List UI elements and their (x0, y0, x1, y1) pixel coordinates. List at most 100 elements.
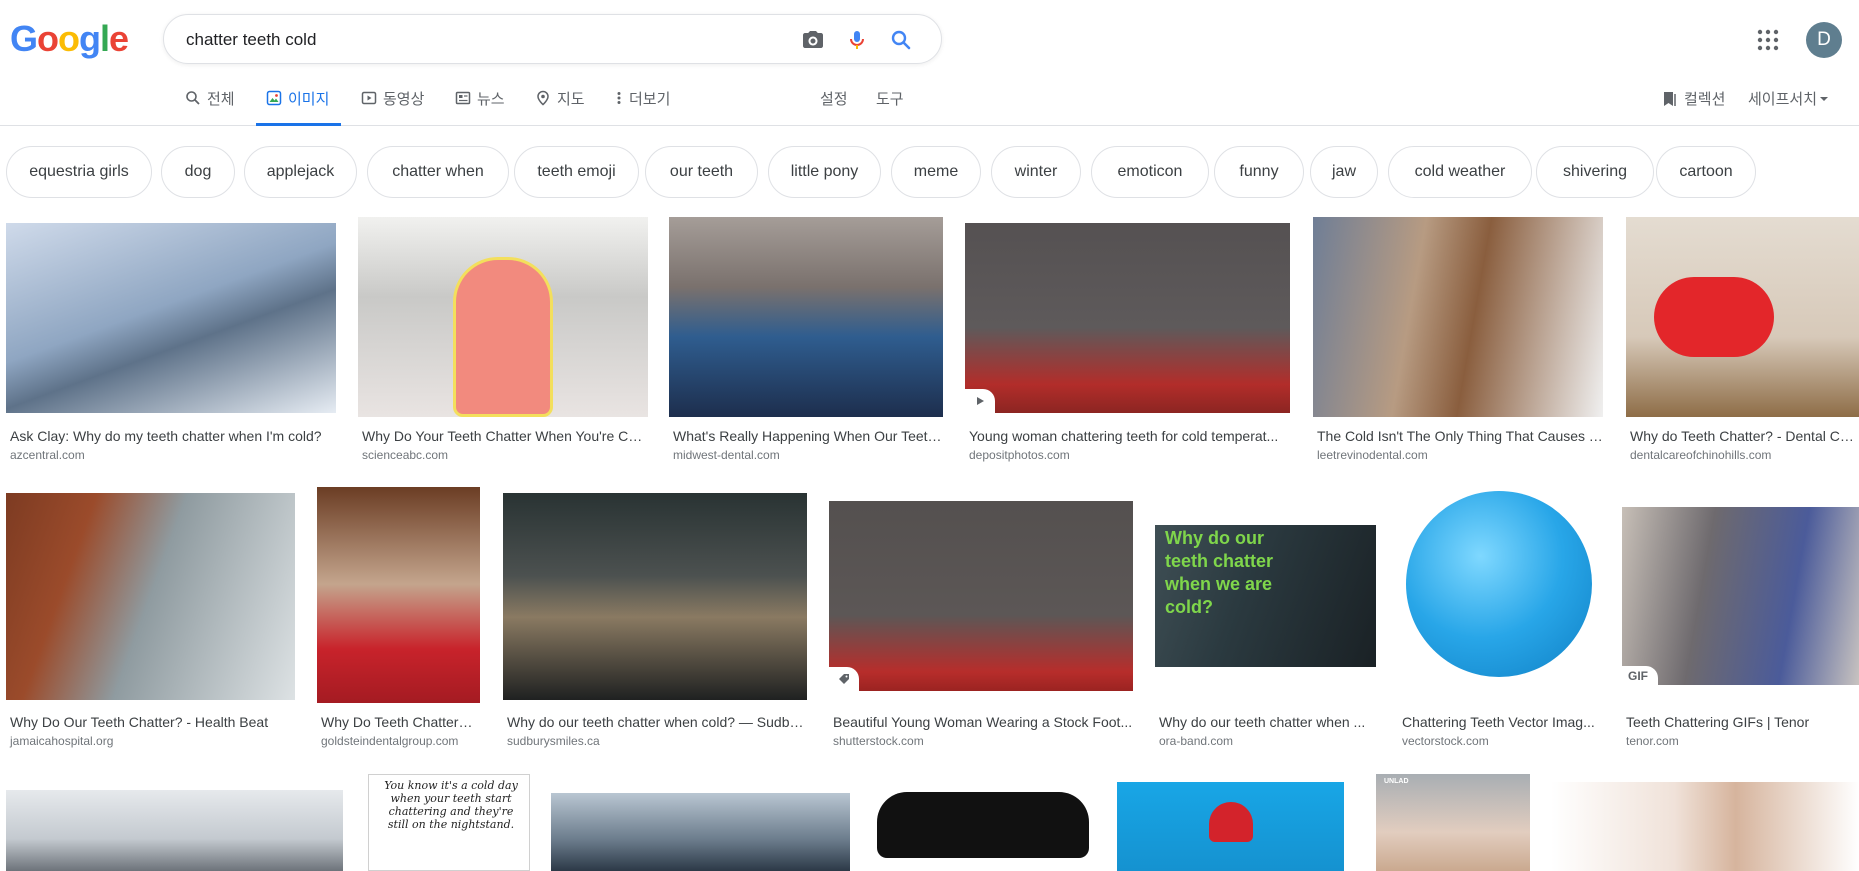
tab-images[interactable]: 이미지 (255, 88, 342, 126)
chip[interactable]: funny (1214, 146, 1304, 198)
search-box (163, 14, 942, 64)
gif-badge: GIF (1622, 666, 1658, 685)
result-title[interactable]: Why Do Your Teeth Chatter When You're Co… (362, 428, 648, 444)
chip[interactable]: our teeth (645, 146, 758, 198)
image-result[interactable]: GIF Teeth Chattering GIFs | Tenor tenor.… (1622, 487, 1859, 752)
result-thumbnail[interactable] (503, 493, 807, 700)
result-source[interactable]: tenor.com (1626, 734, 1679, 748)
tag-badge (829, 667, 859, 691)
tag-icon (839, 674, 849, 684)
result-thumbnail[interactable] (6, 790, 343, 871)
result-source[interactable]: dentalcareofchinohills.com (1630, 448, 1771, 462)
result-thumbnail[interactable]: UNLAD (1376, 774, 1530, 871)
result-thumbnail[interactable] (1398, 487, 1600, 703)
result-title[interactable]: The Cold Isn't The Only Thing That Cause… (1317, 428, 1603, 444)
result-title[interactable]: Chattering Teeth Vector Imag... (1402, 714, 1600, 730)
result-title[interactable]: Why Do Teeth Chatter? ... (321, 714, 480, 730)
logo-letter: g (79, 18, 101, 59)
image-result[interactable]: What's Really Happening When Our Teeth..… (669, 217, 943, 462)
result-source[interactable]: midwest-dental.com (673, 448, 780, 462)
google-logo[interactable]: Google (10, 18, 129, 60)
result-title[interactable]: Beautiful Young Woman Wearing a Stock Fo… (833, 714, 1133, 730)
result-source[interactable]: depositphotos.com (969, 448, 1070, 462)
result-source[interactable]: jamaicahospital.org (10, 734, 113, 748)
chip[interactable]: chatter when (367, 146, 509, 198)
result-thumbnail[interactable] (1551, 782, 1859, 871)
result-thumbnail[interactable] (829, 501, 1133, 691)
result-thumbnail[interactable] (551, 793, 850, 871)
image-result[interactable]: Why do our teeth chatter when cold? — Su… (503, 487, 807, 752)
search-icon[interactable] (888, 27, 914, 53)
result-title[interactable]: Why Do Our Teeth Chatter? - Health Beat (10, 714, 295, 730)
chip[interactable]: meme (891, 146, 981, 198)
result-thumbnail[interactable] (317, 487, 480, 703)
tab-more[interactable]: 더보기 (615, 88, 670, 126)
result-source[interactable]: sudburysmiles.ca (507, 734, 600, 748)
result-thumbnail[interactable] (1117, 782, 1344, 871)
tab-videos[interactable]: 동영상 (361, 88, 424, 126)
result-thumbnail[interactable] (1313, 217, 1603, 417)
chip[interactable]: shivering (1536, 146, 1654, 198)
result-thumbnail[interactable]: GIF (1622, 507, 1859, 685)
result-thumbnail[interactable] (358, 217, 648, 417)
tab-maps[interactable]: 지도 (535, 88, 585, 126)
settings-link[interactable]: 설정 (820, 88, 848, 109)
image-result[interactable]: Why do our teeth chatter when we are col… (1155, 487, 1376, 752)
result-source[interactable]: shutterstock.com (833, 734, 924, 748)
tab-all[interactable]: 전체 (185, 88, 235, 126)
camera-icon[interactable] (800, 27, 826, 53)
result-title[interactable]: Ask Clay: Why do my teeth chatter when I… (10, 428, 336, 444)
apps-grid-icon[interactable] (1756, 28, 1780, 52)
image-result[interactable]: Ask Clay: Why do my teeth chatter when I… (6, 217, 336, 462)
image-subject (1406, 491, 1592, 677)
result-title[interactable]: Why do our teeth chatter when ... (1159, 714, 1376, 730)
result-thumbnail[interactable]: Why do our teeth chatter when we are col… (1155, 525, 1376, 667)
chip[interactable]: teeth emoji (514, 146, 639, 198)
result-title[interactable]: What's Really Happening When Our Teeth..… (673, 428, 943, 444)
chip[interactable]: little pony (768, 146, 881, 198)
image-result[interactable]: Chattering Teeth Vector Imag... vectorst… (1398, 487, 1600, 752)
chip[interactable]: winter (991, 146, 1081, 198)
result-thumbnail[interactable] (1626, 217, 1859, 417)
tab-label: 이미지 (288, 91, 330, 108)
result-source[interactable]: goldsteindentalgroup.com (321, 734, 458, 748)
account-avatar[interactable]: D (1806, 22, 1842, 58)
tab-news[interactable]: 뉴스 (455, 88, 505, 126)
result-source[interactable]: vectorstock.com (1402, 734, 1489, 748)
search-input[interactable] (186, 27, 746, 53)
result-thumbnail[interactable] (873, 774, 1095, 871)
result-title[interactable]: Teeth Chattering GIFs | Tenor (1626, 714, 1859, 730)
result-title[interactable]: Why do our teeth chatter when cold? — Su… (507, 714, 807, 730)
chip[interactable]: equestria girls (6, 146, 152, 198)
result-thumbnail[interactable]: You know it's a cold day when your teeth… (368, 774, 530, 871)
result-source[interactable]: ora-band.com (1159, 734, 1233, 748)
image-overlay-text: Why do our teeth chatter when we are col… (1165, 528, 1274, 617)
image-result[interactable]: Young woman chattering teeth for cold te… (965, 217, 1290, 462)
image-result[interactable]: The Cold Isn't The Only Thing That Cause… (1313, 217, 1603, 462)
chip[interactable]: cartoon (1656, 146, 1756, 198)
tools-link[interactable]: 도구 (876, 88, 904, 109)
result-source[interactable]: leetrevinodental.com (1317, 448, 1428, 462)
chip[interactable]: jaw (1310, 146, 1378, 198)
image-result[interactable]: Why do Teeth Chatter? - Dental Ca... den… (1626, 217, 1859, 462)
collections-link[interactable]: 컬렉션 (1660, 88, 1725, 109)
result-thumbnail[interactable] (965, 223, 1290, 413)
image-result[interactable]: Beautiful Young Woman Wearing a Stock Fo… (829, 487, 1133, 752)
result-source[interactable]: scienceabc.com (362, 448, 448, 462)
chip[interactable]: dog (161, 146, 235, 198)
microphone-icon[interactable] (844, 27, 870, 53)
chip[interactable]: emoticon (1091, 146, 1209, 198)
image-result[interactable]: Why Do Teeth Chatter? ... goldsteindenta… (317, 487, 480, 752)
chip[interactable]: cold weather (1388, 146, 1532, 198)
image-result[interactable]: Why Do Our Teeth Chatter? - Health Beat … (6, 487, 295, 752)
chip[interactable]: applejack (244, 146, 357, 198)
logo-letter: o (37, 18, 59, 59)
image-result[interactable]: Why Do Your Teeth Chatter When You're Co… (358, 217, 648, 462)
safesearch-dropdown[interactable]: 세이프서치 (1748, 88, 1829, 109)
result-thumbnail[interactable] (6, 223, 336, 413)
result-source[interactable]: azcentral.com (10, 448, 85, 462)
result-thumbnail[interactable] (669, 217, 943, 417)
result-title[interactable]: Why do Teeth Chatter? - Dental Ca... (1630, 428, 1859, 444)
result-thumbnail[interactable] (6, 493, 295, 700)
result-title[interactable]: Young woman chattering teeth for cold te… (969, 428, 1290, 444)
